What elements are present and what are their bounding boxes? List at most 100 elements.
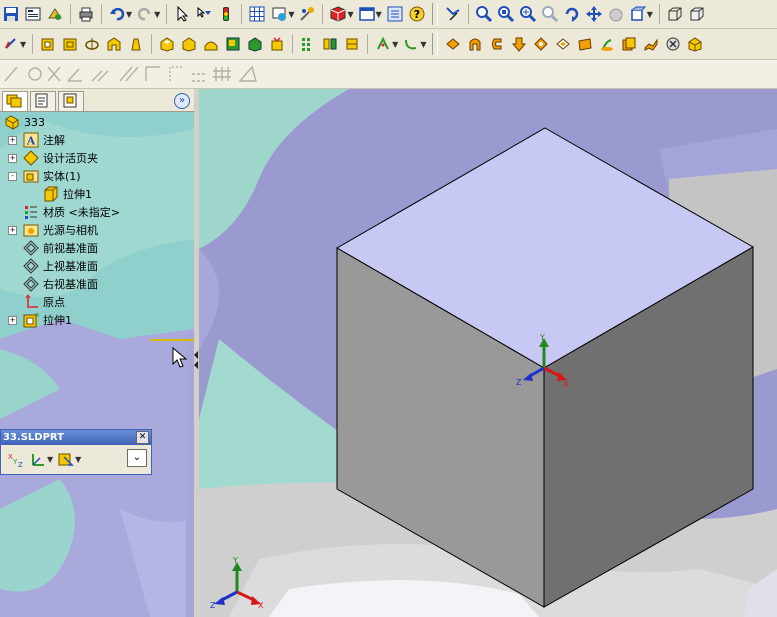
rotate-icon[interactable] <box>564 6 580 22</box>
property-manager-title[interactable]: 33.SLDPRT ✕ <box>1 430 151 445</box>
axis-dropdown-icon[interactable]: ▼ <box>47 455 53 464</box>
tree-item-body-extrude1[interactable]: 拉伸1 <box>43 185 92 203</box>
redo-dropdown-icon[interactable]: ▼ <box>154 10 160 19</box>
origin-dropdown-icon[interactable]: ▼ <box>20 40 26 49</box>
shell-icon[interactable] <box>467 36 483 52</box>
list-icon[interactable] <box>387 6 403 22</box>
view-icon[interactable] <box>358 6 375 22</box>
more-options-button[interactable]: ⌄ <box>127 449 147 467</box>
cut-loft-icon[interactable] <box>225 36 241 52</box>
tree-item-right-plane[interactable]: 右视基准面 <box>23 275 98 293</box>
combine-icon[interactable] <box>643 36 659 52</box>
tree-item-origin[interactable]: 原点 <box>23 293 65 311</box>
expander[interactable]: + <box>8 315 17 325</box>
origin-icon[interactable] <box>3 36 19 52</box>
cut-sweep-icon[interactable] <box>203 36 219 52</box>
fillet-dropdown-icon[interactable]: ▼ <box>392 40 398 49</box>
model-canvas[interactable]: Y X Z Y X Z <box>199 89 777 617</box>
box-icon[interactable] <box>667 6 683 22</box>
hidden-icon[interactable] <box>608 6 624 22</box>
coordinate-system-icon[interactable]: XY Z <box>8 451 24 467</box>
intersect-icon[interactable] <box>533 36 549 52</box>
loft-icon[interactable] <box>106 36 122 52</box>
features-box-icon[interactable] <box>687 36 703 52</box>
graphics-viewport[interactable]: Y X Z Y X Z <box>199 89 777 617</box>
tab-feature-manager[interactable] <box>2 91 28 112</box>
display-dropdown-icon[interactable]: ▼ <box>647 10 653 19</box>
display-style-icon[interactable] <box>630 6 646 22</box>
print-icon[interactable] <box>78 6 94 22</box>
extrude-cut-icon[interactable] <box>159 36 175 52</box>
toolbar-grip[interactable] <box>432 33 439 55</box>
view-orientation-icon[interactable] <box>58 451 74 467</box>
fillet-icon[interactable] <box>375 36 391 52</box>
appearance-icon[interactable] <box>299 6 315 22</box>
tree-item-design-binder[interactable]: + 设计活页夹 <box>8 149 98 167</box>
traffic-light-icon[interactable] <box>218 6 234 22</box>
save-icon[interactable] <box>3 6 19 22</box>
zoom-selection-icon[interactable] <box>541 6 558 22</box>
tree-item-top-plane[interactable]: 上视基准面 <box>23 257 98 275</box>
chamfer-icon[interactable] <box>403 36 419 52</box>
zoom-fit-icon[interactable] <box>475 6 492 22</box>
help-icon[interactable]: ? <box>409 6 425 22</box>
reference-axis-icon[interactable] <box>30 451 46 467</box>
tree-item-extrude1[interactable]: + 拉伸1 <box>8 311 72 329</box>
expander[interactable]: - <box>8 171 17 181</box>
extrude-boss-icon[interactable] <box>40 36 56 52</box>
mirror-icon[interactable] <box>300 36 316 52</box>
rib-icon[interactable] <box>445 36 461 52</box>
tab-configuration-manager[interactable] <box>58 91 84 112</box>
expander[interactable]: + <box>8 153 17 163</box>
deform-icon[interactable] <box>599 36 615 52</box>
sweep-icon[interactable] <box>84 36 100 52</box>
properties-icon[interactable] <box>25 6 41 22</box>
tree-item-material[interactable]: 材质 <未指定> <box>23 203 120 221</box>
split-icon[interactable] <box>621 36 637 52</box>
grid-icon[interactable] <box>249 6 265 22</box>
view-dropdown-icon[interactable]: ▼ <box>376 10 382 19</box>
dome-icon[interactable] <box>128 36 144 52</box>
linear-pattern-icon[interactable] <box>269 36 285 52</box>
orientation-dropdown-icon[interactable]: ▼ <box>75 455 81 464</box>
cube-dropdown-icon[interactable]: ▼ <box>347 10 353 19</box>
options-dropdown-icon[interactable]: ▼ <box>288 10 294 19</box>
rebuild-icon[interactable] <box>47 6 63 22</box>
tab-property-manager[interactable] <box>30 91 56 112</box>
hole-icon[interactable] <box>247 36 263 52</box>
cube-display-icon[interactable] <box>330 6 346 22</box>
options-icon[interactable] <box>271 6 287 22</box>
chamfer-dropdown-icon[interactable]: ▼ <box>420 40 426 49</box>
pan-icon[interactable] <box>585 6 602 22</box>
revolve-cut-icon[interactable] <box>181 36 197 52</box>
close-button[interactable]: ✕ <box>136 431 149 444</box>
scale-icon[interactable] <box>555 36 571 52</box>
curve-icon[interactable] <box>344 36 360 52</box>
toolbar-grip[interactable] <box>431 3 438 25</box>
undo-dropdown-icon[interactable]: ▼ <box>126 10 132 19</box>
tree-item-solid-bodies[interactable]: - 实体(1) <box>8 167 81 185</box>
tree-item-annotations[interactable]: + A 注解 <box>8 131 65 149</box>
tree-item-front-plane[interactable]: 前视基准面 <box>23 239 98 257</box>
move-copy-icon[interactable] <box>665 36 681 52</box>
zoom-in-out-icon[interactable] <box>519 6 536 22</box>
undo-icon[interactable] <box>109 6 125 22</box>
tree-root[interactable]: 333 <box>4 113 45 131</box>
collapse-panel-button[interactable]: » <box>174 93 190 109</box>
shaded-box-icon[interactable] <box>689 6 705 22</box>
select-icon[interactable] <box>174 6 190 22</box>
expander[interactable]: + <box>8 135 17 145</box>
revolve-icon[interactable] <box>62 36 78 52</box>
selection-filter-icon[interactable] <box>196 6 212 22</box>
design-binder-icon <box>23 150 39 166</box>
expander[interactable]: + <box>8 225 17 235</box>
tree-item-lights-cameras[interactable]: + 光源与相机 <box>8 221 98 239</box>
reference-icon[interactable] <box>322 36 338 52</box>
wrap-icon[interactable] <box>511 36 527 52</box>
flex-icon[interactable] <box>577 36 593 52</box>
sketch-icon[interactable] <box>445 6 461 22</box>
redo-icon[interactable] <box>137 6 153 22</box>
panel-resize-bar[interactable] <box>150 339 194 341</box>
draft-icon[interactable] <box>489 36 505 52</box>
zoom-area-icon[interactable] <box>497 6 514 22</box>
